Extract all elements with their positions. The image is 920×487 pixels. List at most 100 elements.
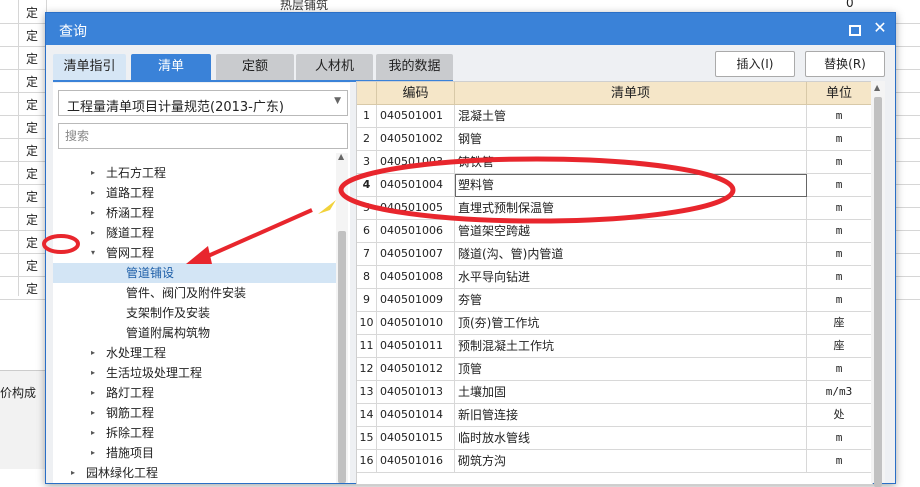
tree-scrollbar[interactable]: ▲ xyxy=(336,152,348,483)
tree-item[interactable]: ▸ 路灯工程 xyxy=(53,383,336,403)
table-cell-code: 040501001 xyxy=(377,105,455,128)
table-cell-code: 040501003 xyxy=(377,151,455,174)
table-cell-name: 塑料管 xyxy=(455,174,807,197)
table-scrollbar[interactable]: ▲ xyxy=(871,81,885,487)
table-row[interactable]: 13 040501013 土壤加固 m/m3 xyxy=(357,381,872,404)
table-row[interactable]: 16 040501016 砌筑方沟 m xyxy=(357,450,872,473)
table-row[interactable]: 11 040501011 预制混凝土工作坑座 xyxy=(357,335,872,358)
table-row[interactable]: 15 040501015 临时放水管线 m xyxy=(357,427,872,450)
tab-labor-material-machine[interactable]: 人材机 xyxy=(296,54,373,80)
tree-item[interactable]: ▸ 钢筋工程 xyxy=(53,403,336,423)
expand-icon[interactable]: ▸ xyxy=(91,163,95,183)
close-icon[interactable]: ✕ xyxy=(870,17,890,39)
scroll-up-icon[interactable]: ▲ xyxy=(338,152,344,161)
expand-icon[interactable]: ▸ xyxy=(91,363,95,383)
table-cell-unit: 座 xyxy=(807,312,872,335)
tree-item[interactable]: ▸ 土石方工程 xyxy=(53,163,336,183)
table-header-rownum xyxy=(357,82,377,105)
table-row[interactable]: 4 040501004 塑料管 m xyxy=(357,174,872,197)
standard-select-value: 工程量清单项目计量规范(2013-广东) xyxy=(67,100,284,115)
expand-icon[interactable]: ▸ xyxy=(91,183,95,203)
tab-bill-items[interactable]: 清单 xyxy=(131,54,211,80)
table-cell-num: 8 xyxy=(357,266,377,289)
tree-item[interactable]: ▾ 管网工程 xyxy=(53,243,336,263)
table-cell-name: 混凝土管 xyxy=(455,105,807,128)
tab-my-data[interactable]: 我的数据 xyxy=(376,54,453,80)
expand-icon[interactable]: ▸ xyxy=(91,203,95,223)
tree-item-label: 路灯工程 xyxy=(106,386,155,400)
table-cell-name: 铸铁管 xyxy=(455,151,807,174)
table-row[interactable]: 14 040501014 新旧管连接处 xyxy=(357,404,872,427)
sheet-cell: 定 xyxy=(26,98,39,112)
table-cell-name: 顶管 xyxy=(455,358,807,381)
table-cell-unit: m xyxy=(807,289,872,312)
tree-item[interactable]: ▸ 隧道工程 xyxy=(53,223,336,243)
table-row[interactable]: 12 040501012 顶管 m xyxy=(357,358,872,381)
collapse-icon[interactable]: ▾ xyxy=(91,243,95,263)
table-cell-code: 040501011 xyxy=(377,335,455,358)
tree-item[interactable]: ▸ 桥涵工程 xyxy=(53,203,336,223)
expand-icon[interactable]: ▸ xyxy=(91,383,95,403)
tab-list-guide[interactable]: 清单指引 xyxy=(53,54,126,80)
table-row[interactable]: 9 040501009 夯管 m xyxy=(357,289,872,312)
table-cell-name: 水平导向钻进 xyxy=(455,266,807,289)
maximize-icon[interactable] xyxy=(846,21,862,37)
table-cell-code: 040501013 xyxy=(377,381,455,404)
search-input[interactable] xyxy=(58,123,348,149)
table-row[interactable]: 7 040501007 隧道(沟、管)内管道 m xyxy=(357,243,872,266)
table-header-unit[interactable]: 单位 xyxy=(807,82,872,105)
scroll-up-icon[interactable]: ▲ xyxy=(874,83,880,92)
expand-icon[interactable]: ▸ xyxy=(91,223,95,243)
table-header-code[interactable]: 编码 xyxy=(377,82,455,105)
insert-button[interactable]: 插入(I) xyxy=(715,51,795,77)
expand-icon[interactable]: ▸ xyxy=(71,463,75,483)
table-cell-name: 钢管 xyxy=(455,128,807,151)
tree-item[interactable]: 管件、阀门及附件安装 xyxy=(53,283,336,303)
table-cell-num: 11 xyxy=(357,335,377,358)
tree-item[interactable]: ▸ 道路工程 xyxy=(53,183,336,203)
table-header-item[interactable]: 清单项 xyxy=(455,82,807,105)
table-row[interactable]: 1 040501001 混凝土管 m xyxy=(357,105,872,128)
table-row[interactable]: 2 040501002 钢管 m xyxy=(357,128,872,151)
dialog-titlebar[interactable]: 查询 ✕ xyxy=(46,13,895,45)
expand-icon[interactable]: ▸ xyxy=(91,403,95,423)
table-cell-name: 管道架空跨越 xyxy=(455,220,807,243)
tree-item[interactable]: ▸ 拆除工程 xyxy=(53,423,336,443)
table-cell-unit: m xyxy=(807,358,872,381)
table-cell-num: 4 xyxy=(357,174,377,197)
tree-scrollbar-thumb[interactable] xyxy=(338,231,346,483)
table-cell-unit: m xyxy=(807,243,872,266)
table-scrollbar-thumb[interactable] xyxy=(874,97,882,487)
table-cell-code: 040501016 xyxy=(377,450,455,473)
replace-button[interactable]: 替换(R) xyxy=(805,51,885,77)
sheet-cell: 定 xyxy=(26,75,39,89)
table-cell-unit: m xyxy=(807,197,872,220)
table-row[interactable]: 6 040501006 管道架空跨越 m xyxy=(357,220,872,243)
tree-item-label: 措施项目 xyxy=(106,446,155,460)
table-cell-name: 直埋式预制保温管 xyxy=(455,197,807,220)
tab-quota[interactable]: 定额 xyxy=(216,54,294,80)
tree-item[interactable]: 管道铺设 xyxy=(53,263,336,283)
table-row[interactable]: 10 040501010 顶(夯)管工作坑座 xyxy=(357,312,872,335)
tree-item[interactable]: ▸ 园林绿化工程 xyxy=(53,463,336,483)
table-row[interactable]: 5 040501005 直埋式预制保温管 m xyxy=(357,197,872,220)
expand-icon[interactable]: ▸ xyxy=(91,343,95,363)
table-cell-unit: m xyxy=(807,450,872,473)
expand-icon[interactable]: ▸ xyxy=(91,423,95,443)
tree-item[interactable]: 支架制作及安装 xyxy=(53,303,336,323)
table-cell-name: 隧道(沟、管)内管道 xyxy=(455,243,807,266)
table-cell-num: 5 xyxy=(357,197,377,220)
table-row[interactable]: 8 040501008 水平导向钻进 m xyxy=(357,266,872,289)
table-cell-unit: m xyxy=(807,427,872,450)
table-cell-num: 7 xyxy=(357,243,377,266)
table-row[interactable]: 3 040501003 铸铁管 m xyxy=(357,151,872,174)
standard-select[interactable]: 工程量清单项目计量规范(2013-广东) ▼ xyxy=(58,90,348,116)
tree-item[interactable]: 管道附属构筑物 xyxy=(53,323,336,343)
tree-item[interactable]: ▸ 水处理工程 xyxy=(53,343,336,363)
expand-icon[interactable]: ▸ xyxy=(91,443,95,463)
table-cell-name: 预制混凝土工作坑 xyxy=(455,335,807,358)
sheet-cell: 定 xyxy=(26,213,39,227)
tree-item[interactable]: ▸ 措施项目 xyxy=(53,443,336,463)
tree-item[interactable]: ▸ 生活垃圾处理工程 xyxy=(53,363,336,383)
category-tree: ▸ 土石方工程 ▸ 道路工程 ▸ 桥涵工程 ▸ 隧道工程 ▾ 管网工程 管道铺设 管件、阀门及附件安装… xyxy=(53,153,336,483)
